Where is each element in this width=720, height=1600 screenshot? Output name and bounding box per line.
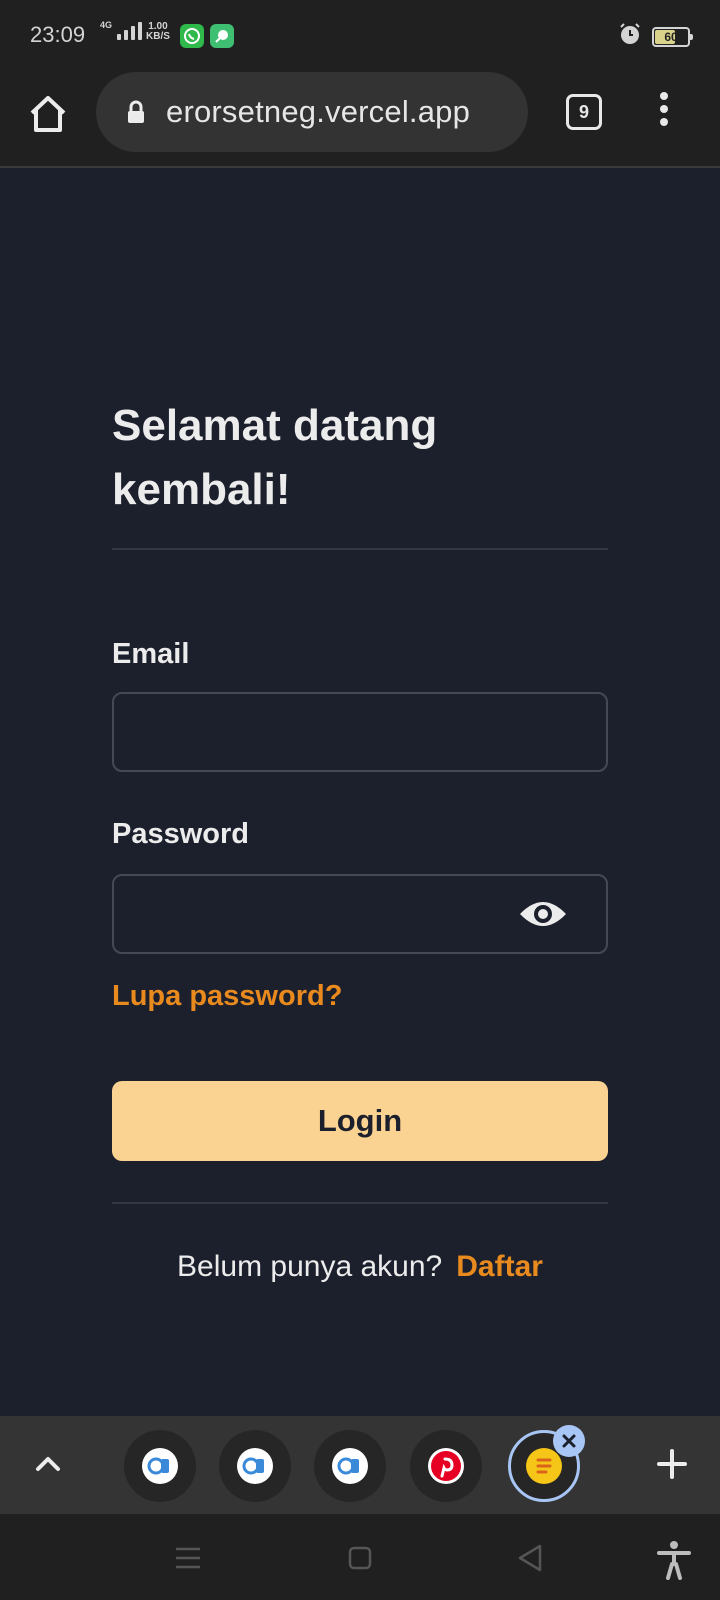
back-triangle-icon bbox=[518, 1544, 542, 1572]
site-favicon-icon bbox=[142, 1448, 178, 1484]
accessibility-icon bbox=[657, 1541, 691, 1580]
battery-icon: 60 bbox=[652, 26, 693, 47]
back-button[interactable] bbox=[512, 1540, 548, 1576]
pinterest-icon bbox=[428, 1448, 464, 1484]
chevron-up-icon bbox=[36, 1457, 60, 1471]
signup-row: Belum punya akun? Daftar bbox=[112, 1250, 608, 1284]
new-tab-button[interactable] bbox=[654, 1446, 690, 1482]
battery-level: 60 bbox=[664, 29, 678, 44]
accessibility-button[interactable] bbox=[656, 1540, 692, 1580]
home-icon bbox=[30, 96, 66, 132]
home-nav-button[interactable] bbox=[342, 1540, 378, 1576]
app-notification-icon bbox=[210, 24, 234, 48]
signal-icon: 4G bbox=[100, 20, 143, 40]
overflow-menu-button[interactable] bbox=[650, 92, 678, 132]
close-icon bbox=[562, 1434, 576, 1448]
eye-icon[interactable] bbox=[518, 896, 568, 932]
divider bbox=[112, 1202, 608, 1204]
password-label: Password bbox=[112, 818, 249, 850]
email-field[interactable] bbox=[112, 692, 608, 772]
divider bbox=[112, 548, 608, 550]
network-speed: 1.00 KB/S bbox=[146, 21, 170, 42]
status-time: 23:09 bbox=[30, 22, 86, 47]
tab-switcher-button[interactable]: 9 bbox=[566, 94, 602, 130]
tab-item[interactable] bbox=[219, 1430, 291, 1502]
recent-apps-button[interactable] bbox=[170, 1540, 206, 1576]
status-bar: 23:09 4G 1.00 KB/S 60 bbox=[0, 0, 720, 70]
tab-strip bbox=[0, 1416, 720, 1514]
yellow-app-icon bbox=[526, 1448, 562, 1484]
alarm-icon bbox=[618, 22, 642, 51]
browser-toolbar: erorsetneg.vercel.app 9 bbox=[0, 70, 720, 168]
plus-icon bbox=[657, 1449, 687, 1479]
system-nav-bar bbox=[0, 1514, 720, 1600]
signup-prompt: Belum punya akun? bbox=[177, 1250, 443, 1283]
menu-icon bbox=[176, 1547, 200, 1569]
whatsapp-icon bbox=[180, 24, 204, 48]
tab-item-active[interactable] bbox=[508, 1425, 585, 1502]
site-favicon-icon bbox=[332, 1448, 368, 1484]
home-button[interactable] bbox=[26, 92, 70, 136]
url-text: erorsetneg.vercel.app bbox=[166, 94, 471, 129]
page-title: Selamat datang kembali! bbox=[112, 401, 438, 514]
forgot-password-link[interactable]: Lupa password? bbox=[112, 980, 342, 1013]
tab-item[interactable] bbox=[314, 1430, 386, 1502]
expand-tabs-button[interactable] bbox=[30, 1446, 66, 1482]
tab-item[interactable] bbox=[124, 1430, 196, 1502]
close-tab-button[interactable] bbox=[553, 1425, 585, 1457]
login-button[interactable]: Login bbox=[112, 1081, 608, 1161]
site-favicon-icon bbox=[237, 1448, 273, 1484]
lock-icon bbox=[128, 100, 144, 123]
tab-item[interactable] bbox=[410, 1430, 482, 1502]
square-icon bbox=[348, 1546, 372, 1570]
email-label: Email bbox=[112, 638, 190, 670]
network-type: 4G bbox=[100, 20, 113, 30]
signup-link[interactable]: Daftar bbox=[456, 1250, 543, 1283]
address-bar[interactable]: erorsetneg.vercel.app bbox=[96, 72, 528, 152]
